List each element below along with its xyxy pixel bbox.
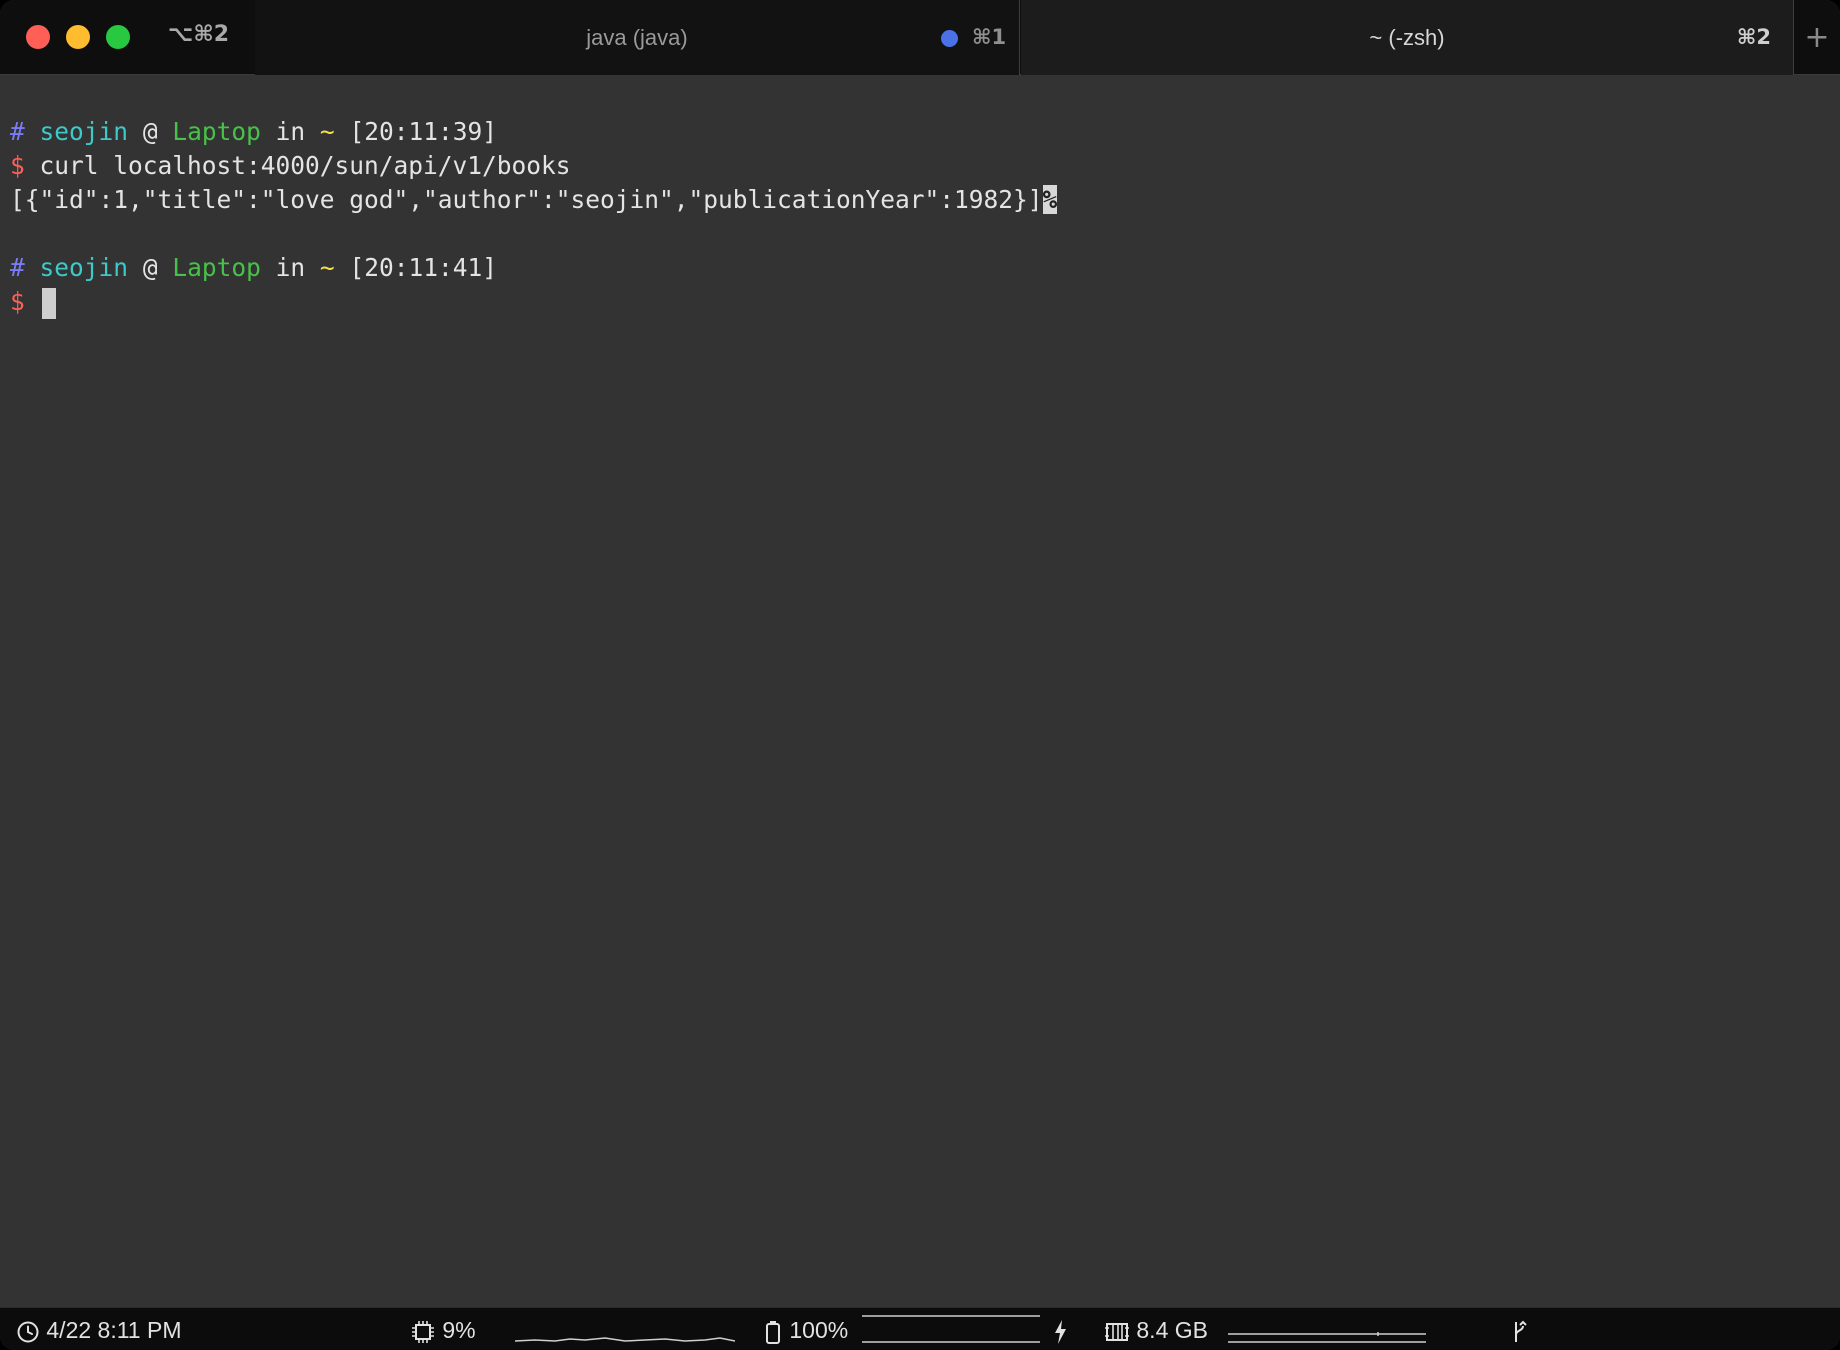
terminal-window: ⌥⌘2 java (java) ⌘1 ~ (-zsh) ⌘2 + # seoji…	[0, 0, 1840, 1350]
battery-icon	[763, 1317, 783, 1344]
new-tab-button[interactable]: +	[1794, 0, 1840, 75]
prompt-line: # seojin @ Laptop in ~ [20:11:41]	[10, 251, 497, 285]
prompt-hash: #	[10, 253, 25, 282]
clock-component[interactable]: 4/22 8:11 PM	[16, 1316, 182, 1344]
prompt-user: seojin	[39, 253, 129, 282]
output-text: [{"id":1,"title":"love god","author":"se…	[10, 185, 1043, 214]
memory-icon	[1104, 1317, 1130, 1343]
input-line[interactable]: $	[10, 285, 56, 319]
prompt-dir: ~	[319, 117, 335, 146]
tab-title: ~ (-zsh)	[1369, 25, 1445, 50]
prompt-at: @	[142, 117, 158, 146]
battery-sparkline	[862, 1315, 1040, 1343]
prompt-hash: #	[10, 117, 25, 146]
cpu-sparkline	[515, 1337, 735, 1342]
cpu-component[interactable]: 9%	[410, 1316, 476, 1344]
prompt-in: in	[275, 117, 306, 146]
memory-component[interactable]: 8.4 GB	[1104, 1316, 1208, 1344]
prompt-time: [20:11:41]	[349, 253, 497, 282]
command-text: curl localhost:4000/sun/api/v1/books	[39, 151, 571, 180]
prompt-host: Laptop	[172, 253, 261, 282]
tab-shortcut: ⌘1	[972, 25, 1007, 49]
zoom-window-button[interactable]	[106, 25, 130, 49]
battery-text: 100%	[789, 1317, 849, 1343]
terminal-output[interactable]: # seojin @ Laptop in ~ [20:11:39] $ curl…	[0, 75, 1840, 1307]
memory-text: 8.4 GB	[1136, 1317, 1208, 1343]
git-branch-icon[interactable]	[1510, 1316, 1528, 1344]
output-line: [{"id":1,"title":"love god","author":"se…	[10, 183, 1058, 217]
charging-icon	[1050, 1316, 1070, 1344]
prompt-in: in	[275, 253, 306, 282]
tab-title: java (java)	[586, 25, 688, 50]
tab-java[interactable]: java (java) ⌘1	[255, 0, 1020, 75]
cpu-usage-text: 9%	[442, 1317, 476, 1343]
prompt-host: Laptop	[172, 117, 261, 146]
prompt-dollar: $	[10, 287, 25, 316]
memory-sparkline	[1228, 1332, 1426, 1343]
tab-shortcut: ⌘2	[1736, 25, 1771, 49]
clock-text: 4/22 8:11 PM	[46, 1317, 182, 1343]
battery-component[interactable]: 100%	[763, 1316, 848, 1344]
status-bar: 4/22 8:11 PM 9% 100% 8.4 GB	[0, 1307, 1840, 1350]
title-bar: ⌥⌘2 java (java) ⌘1 ~ (-zsh) ⌘2 +	[0, 0, 1840, 75]
cpu-icon	[410, 1317, 436, 1343]
close-window-button[interactable]	[26, 25, 50, 49]
prompt-dollar: $	[10, 151, 25, 180]
text-cursor	[41, 287, 56, 319]
command-line: $ curl localhost:4000/sun/api/v1/books	[10, 149, 571, 183]
prompt-line: # seojin @ Laptop in ~ [20:11:39]	[10, 115, 497, 149]
prompt-at: @	[142, 253, 158, 282]
prompt-dir: ~	[319, 253, 335, 282]
tab-zsh[interactable]: ~ (-zsh) ⌘2	[1021, 0, 1794, 75]
activity-indicator-dot	[941, 30, 958, 47]
prompt-user: seojin	[39, 117, 129, 146]
window-shortcut-label: ⌥⌘2	[168, 22, 230, 47]
clock-icon	[16, 1317, 40, 1343]
partial-line-marker: %	[1042, 185, 1058, 214]
minimize-window-button[interactable]	[66, 25, 90, 49]
prompt-time: [20:11:39]	[349, 117, 497, 146]
